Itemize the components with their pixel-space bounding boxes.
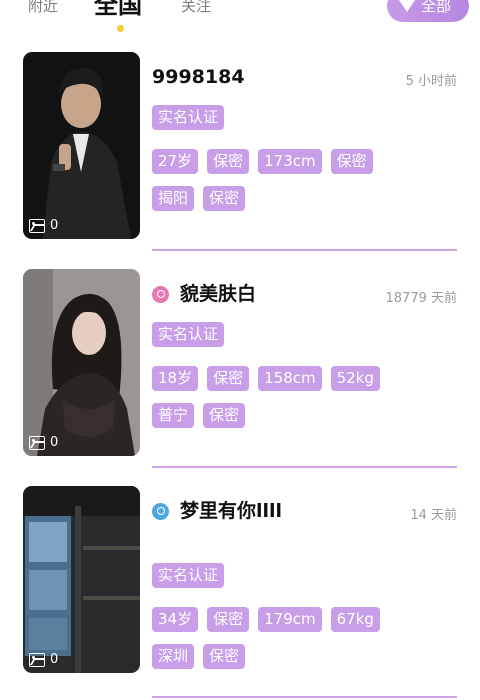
filter-all-button[interactable]: 全部: [387, 0, 469, 22]
tab-all[interactable]: 全国: [94, 0, 142, 20]
photo-count-value: 0: [50, 652, 59, 667]
name-row: 9998184: [152, 65, 245, 89]
height-tag: 179cm: [258, 607, 322, 632]
card-divider: [152, 249, 457, 251]
image-icon: [29, 218, 45, 233]
profile-card[interactable]: 0 貌美肤白 18779 天前 实名认证 18岁 保密 158cm 52kg 普宁 保密: [0, 269, 480, 486]
portrait-woman: [23, 269, 140, 456]
male-icon: [152, 502, 169, 520]
age-tag: 34岁: [152, 607, 199, 632]
place-row: 深圳 保密: [152, 644, 254, 669]
verified-badge: 实名认证: [152, 563, 225, 588]
place-row: 揭阳 保密: [152, 186, 254, 211]
age-tag: 27岁: [152, 149, 199, 174]
photo-window-interior: [23, 486, 140, 673]
height-tag: 158cm: [258, 366, 322, 391]
filter-label: 全部: [421, 0, 452, 15]
image-icon: [29, 652, 45, 667]
portrait-man-suit: [23, 52, 140, 239]
city-tag: 普宁: [152, 403, 195, 428]
tab-follow[interactable]: 关注: [181, 0, 211, 16]
profile-card[interactable]: 0 9998184 5 小时前 实名认证 27岁 保密 173cm 保密 揭阳 保密: [0, 52, 480, 269]
info-tag: 保密: [203, 186, 246, 211]
top-tab-bar: 附近 全国 关注 全部: [0, 0, 480, 34]
info-tag: 保密: [203, 403, 246, 428]
last-active-time: 18779 天前: [385, 291, 458, 306]
name-row: 梦里有你llll: [152, 499, 282, 523]
weight-tag: 保密: [330, 149, 373, 174]
username[interactable]: 梦里有你llll: [180, 499, 282, 523]
profile-photo[interactable]: 0: [23, 269, 140, 456]
last-active-time: 14 天前: [410, 508, 457, 523]
verify-row: 实名认证: [152, 105, 233, 130]
photo-count-value: 0: [50, 435, 59, 450]
weight-tag: 67kg: [330, 607, 380, 632]
card-divider: [152, 696, 457, 698]
place-row: 普宁 保密: [152, 403, 254, 428]
photo-count-value: 0: [50, 218, 59, 233]
last-active-time: 5 小时前: [405, 74, 457, 89]
name-row: 貌美肤白: [152, 282, 256, 306]
verify-row: 实名认证: [152, 322, 233, 347]
image-icon: [29, 435, 45, 450]
stats-row: 18岁 保密 158cm 52kg: [152, 366, 389, 391]
city-tag: 揭阳: [152, 186, 195, 211]
verified-badge: 实名认证: [152, 105, 225, 130]
height-tag: 173cm: [258, 149, 322, 174]
age-tag: 18岁: [152, 366, 199, 391]
profile-card[interactable]: 0 梦里有你llll 14 天前 实名认证 34岁 保密 179cm 67kg 深圳保…: [0, 486, 480, 700]
info-tag: 保密: [203, 644, 246, 669]
profile-photo[interactable]: 0: [23, 52, 140, 239]
city-tag: 深圳: [152, 644, 195, 669]
female-icon: [152, 285, 169, 303]
caret-down-icon: [399, 0, 415, 12]
stats-row: 34岁 保密 179cm 67kg: [152, 607, 389, 632]
profile-photo[interactable]: 0: [23, 486, 140, 673]
info-tag: 保密: [207, 149, 250, 174]
verify-row: 实名认证: [152, 563, 233, 588]
tab-nearby[interactable]: 附近: [28, 0, 58, 16]
card-divider: [152, 466, 457, 468]
stats-row: 27岁 保密 173cm 保密: [152, 149, 382, 174]
active-tab-indicator: [117, 25, 124, 32]
verified-badge: 实名认证: [152, 322, 225, 347]
username[interactable]: 9998184: [152, 65, 245, 89]
weight-tag: 52kg: [330, 366, 380, 391]
photo-count: 0: [29, 435, 58, 450]
username[interactable]: 貌美肤白: [180, 282, 256, 306]
info-tag: 保密: [207, 366, 250, 391]
photo-count: 0: [29, 218, 58, 233]
photo-count: 0: [29, 652, 58, 667]
info-tag: 保密: [207, 607, 250, 632]
